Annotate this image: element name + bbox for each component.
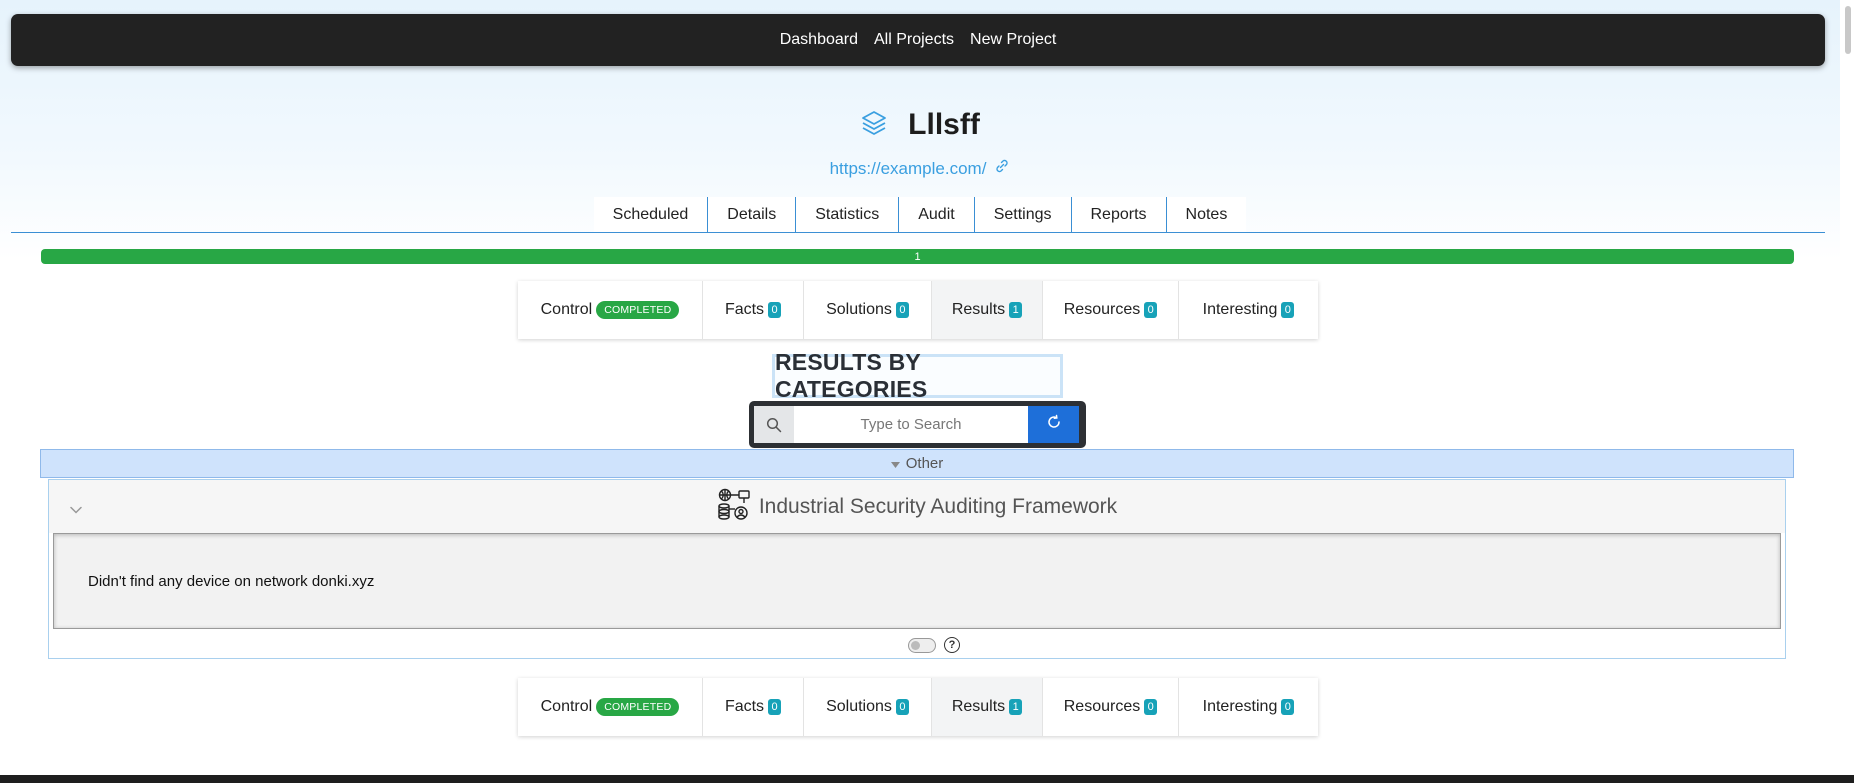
result-tab-label: Facts	[724, 698, 765, 715]
tab-scheduled[interactable]: Scheduled	[593, 197, 708, 232]
toggle-knob	[911, 640, 920, 650]
progress-fill: 1	[41, 249, 1794, 264]
result-tab-label: Resources	[1063, 301, 1141, 318]
scrollbar-thumb[interactable]	[1845, 6, 1851, 54]
count-badge: 0	[1281, 302, 1295, 318]
count-badge: 0	[768, 302, 782, 318]
search-input[interactable]	[794, 406, 1028, 443]
count-badge: 0	[1144, 699, 1158, 715]
count-badge: 0	[895, 302, 909, 318]
tab-audit[interactable]: Audit	[898, 197, 974, 232]
count-badge: 0	[1144, 302, 1158, 318]
result-tab-label: Interesting	[1202, 698, 1278, 715]
tab-notes[interactable]: Notes	[1165, 197, 1247, 232]
result-tab-label: Results	[951, 301, 1006, 318]
result-tab-facts[interactable]: Facts 0	[703, 281, 804, 339]
search-bar	[749, 401, 1086, 448]
result-tab-interesting[interactable]: Interesting 0	[1179, 281, 1318, 339]
scrollbar[interactable]	[1840, 0, 1854, 775]
top-navbar: Dashboard All Projects New Project	[11, 14, 1825, 66]
category-toggle-other[interactable]: Other	[40, 449, 1794, 478]
caret-down-icon	[890, 455, 900, 472]
window-bottom-edge	[0, 775, 1854, 783]
refresh-search-button[interactable]	[1028, 406, 1079, 443]
project-header: Lllsff	[0, 108, 1840, 142]
project-url-row: https://example.com/	[0, 158, 1840, 179]
nav-all-projects-link[interactable]: All Projects	[874, 31, 954, 49]
tool-title: Industrial Security Auditing Framework	[758, 494, 1118, 518]
result-tab-label: Results	[951, 698, 1006, 715]
tab-details[interactable]: Details	[707, 197, 796, 232]
toggle-switch[interactable]	[908, 637, 936, 653]
tab-statistics[interactable]: Statistics	[795, 197, 899, 232]
layers-icon	[860, 109, 888, 142]
result-tab-label: Control	[540, 301, 593, 318]
tool-result-card: Industrial Security Auditing Framework D…	[48, 479, 1786, 659]
count-badge: 1	[1009, 302, 1023, 318]
tab-reports[interactable]: Reports	[1070, 197, 1166, 232]
result-tab-facts[interactable]: Facts 0	[703, 678, 804, 736]
result-tab-resources[interactable]: Resources 0	[1043, 678, 1179, 736]
result-output: Didn't find any device on network donki.…	[53, 533, 1781, 629]
result-tab-control[interactable]: Control COMPLETED	[518, 281, 703, 339]
status-badge: COMPLETED	[596, 698, 680, 716]
result-tab-label: Interesting	[1202, 301, 1278, 318]
result-tab-results[interactable]: Results 1	[932, 281, 1043, 339]
card-footer: ?	[49, 633, 1785, 657]
project-title: Lllsff	[908, 108, 980, 141]
project-url-link[interactable]: https://example.com/	[830, 159, 987, 179]
result-tab-label: Solutions	[826, 698, 892, 715]
network-tool-icon	[717, 487, 751, 526]
count-badge: 0	[768, 699, 782, 715]
project-tabs: Scheduled Details Statistics Audit Setti…	[0, 197, 1840, 232]
result-text: Didn't find any device on network donki.…	[88, 572, 375, 590]
result-tab-label: Control	[540, 698, 593, 715]
status-badge: COMPLETED	[596, 301, 680, 319]
refresh-icon	[1046, 414, 1062, 435]
category-label: Other	[905, 455, 944, 472]
scan-progress-bar: 1	[41, 249, 1794, 264]
result-tab-resources[interactable]: Resources 0	[1043, 281, 1179, 339]
result-tab-label: Facts	[724, 301, 765, 318]
help-icon[interactable]: ?	[944, 637, 960, 653]
count-badge: 0	[1281, 699, 1295, 715]
result-tab-interesting[interactable]: Interesting 0	[1179, 678, 1318, 736]
nav-new-project-link[interactable]: New Project	[970, 31, 1056, 49]
result-tab-label: Solutions	[826, 301, 892, 318]
nav-dashboard-link[interactable]: Dashboard	[780, 31, 858, 49]
tab-settings[interactable]: Settings	[973, 197, 1071, 232]
result-tab-results[interactable]: Results 1	[932, 678, 1043, 736]
result-tabs-bottom: Control COMPLETED Facts 0 Solutions 0 Re…	[518, 678, 1318, 736]
result-tab-solutions[interactable]: Solutions 0	[804, 678, 932, 736]
card-title-row: Industrial Security Auditing Framework	[49, 480, 1785, 533]
tabs-divider	[11, 232, 1825, 233]
link-icon[interactable]	[994, 158, 1010, 179]
result-tab-control[interactable]: Control COMPLETED	[518, 678, 703, 736]
section-heading: RESULTS BY CATEGORIES	[772, 349, 1063, 402]
search-icon	[754, 406, 794, 443]
result-tab-solutions[interactable]: Solutions 0	[804, 281, 932, 339]
result-tabs-top: Control COMPLETED Facts 0 Solutions 0 Re…	[518, 281, 1318, 339]
result-tab-label: Resources	[1063, 698, 1141, 715]
count-badge: 1	[1009, 699, 1023, 715]
count-badge: 0	[895, 699, 909, 715]
